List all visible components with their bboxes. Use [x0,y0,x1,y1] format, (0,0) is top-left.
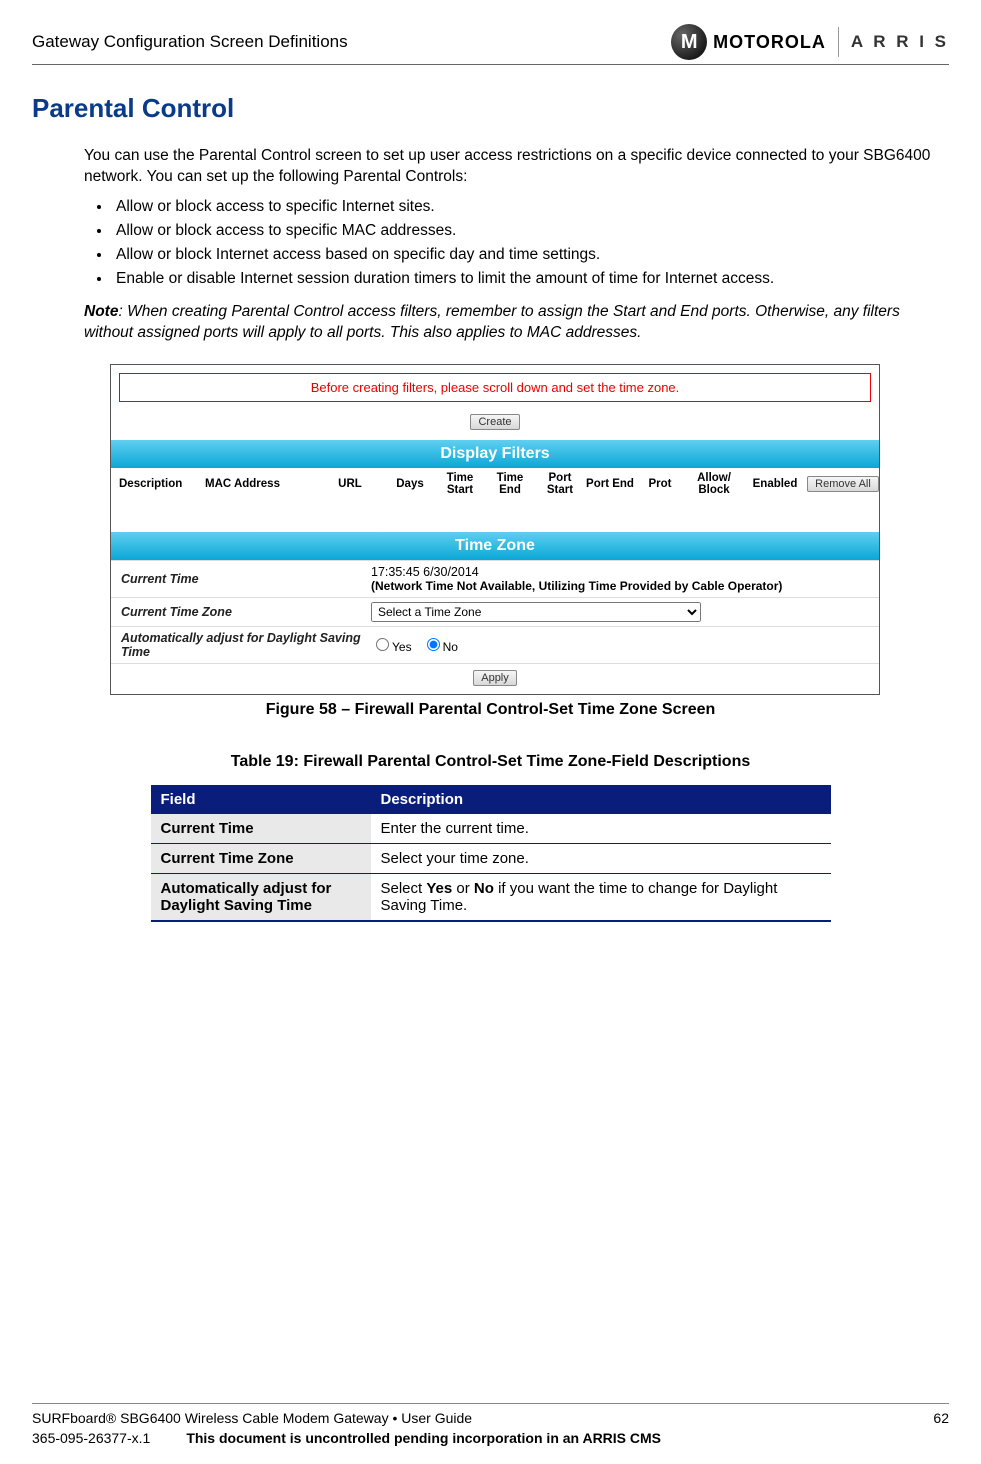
col-port-start: Port Start [535,472,585,496]
col-url: URL [315,478,385,490]
motorola-wordmark: MOTOROLA [713,32,826,53]
dst-row: Automatically adjust for Daylight Saving… [111,626,879,663]
th-field: Field [151,785,371,814]
desc-cell: Select Yes or No if you want the time to… [371,873,831,921]
arris-wordmark: A R R I S [851,32,949,52]
footer-uncontrolled-notice: This document is uncontrolled pending in… [186,1430,661,1446]
footer-doc-number: 365-095-26377-x.1 [32,1430,150,1446]
field-cell: Automatically adjust for Daylight Saving… [151,873,371,921]
table-header-row: Field Description [151,785,831,814]
current-time-label: Current Time [121,572,371,586]
page-footer: SURFboard® SBG6400 Wireless Cable Modem … [32,1403,949,1446]
col-days: Days [385,478,435,490]
time-zone-bar: Time Zone [111,532,879,560]
remove-all-button[interactable]: Remove All [807,476,879,492]
note-lead: Note [84,303,118,320]
bullet-item: Allow or block access to specific MAC ad… [112,222,949,240]
timezone-warning-banner: Before creating filters, please scroll d… [119,373,871,402]
dst-no-radio[interactable] [427,638,440,651]
table-row: Current Time Enter the current time. [151,814,831,844]
dst-label: Automatically adjust for Daylight Saving… [121,631,371,659]
note-body: : When creating Parental Control access … [84,303,900,341]
time-zone-form: Current Time 17:35:45 6/30/2014 (Network… [111,560,879,694]
note-paragraph: Note: When creating Parental Control acc… [84,302,949,344]
filters-column-headers: Description MAC Address URL Days Time St… [111,468,879,532]
motorola-batwing-icon: M [671,24,707,60]
bullet-item: Allow or block Internet access based on … [112,246,949,264]
current-time-row: Current Time 17:35:45 6/30/2014 (Network… [111,560,879,597]
col-description: Description [119,478,205,490]
display-filters-bar: Display Filters [111,440,879,468]
current-time-value: 17:35:45 6/30/2014 [371,565,479,579]
desc-cell: Select your time zone. [371,843,831,873]
col-allow-block: Allow/ Block [685,472,743,496]
page-header: Gateway Configuration Screen Definitions… [32,24,949,65]
footer-guide-title: SURFboard® SBG6400 Wireless Cable Modem … [32,1410,472,1426]
table-caption: Table 19: Firewall Parental Control-Set … [32,753,949,771]
col-time-start: Time Start [435,472,485,496]
col-mac-address: MAC Address [205,478,315,490]
table-row: Current Time Zone Select your time zone. [151,843,831,873]
feature-bullets: Allow or block access to specific Intern… [84,198,949,288]
section-title: Parental Control [32,93,949,124]
dst-yes-option[interactable]: Yes [371,640,412,654]
col-time-end: Time End [485,472,535,496]
apply-button[interactable]: Apply [473,670,517,686]
chapter-title: Gateway Configuration Screen Definitions [32,32,348,52]
timezone-select[interactable]: Select a Time Zone [371,602,701,622]
embedded-screenshot: Before creating filters, please scroll d… [110,364,880,695]
field-cell: Current Time Zone [151,843,371,873]
col-enabled: Enabled [743,478,807,490]
col-port-end: Port End [585,478,635,490]
intro-paragraph: You can use the Parental Control screen … [84,146,949,188]
create-row: Create [111,410,879,440]
dst-no-option[interactable]: No [422,640,458,654]
figure-caption: Figure 58 – Firewall Parental Control-Se… [32,701,949,719]
create-button[interactable]: Create [470,414,519,430]
bullet-item: Allow or block access to specific Intern… [112,198,949,216]
current-tz-row: Current Time Zone Select a Time Zone [111,597,879,626]
bullet-item: Enable or disable Internet session durat… [112,270,949,288]
th-description: Description [371,785,831,814]
col-remove: Remove All [807,476,879,492]
desc-cell: Enter the current time. [371,814,831,844]
dst-yes-radio[interactable] [376,638,389,651]
field-cell: Current Time [151,814,371,844]
logo-divider [838,27,839,57]
current-tz-label: Current Time Zone [121,605,371,619]
col-prot: Prot [635,478,685,490]
network-time-note: (Network Time Not Available, Utilizing T… [371,579,782,593]
page-number: 62 [933,1410,949,1426]
table-row: Automatically adjust for Daylight Saving… [151,873,831,921]
field-description-table: Field Description Current Time Enter the… [151,785,831,922]
brand-logos: M MOTOROLA A R R I S [671,24,949,60]
